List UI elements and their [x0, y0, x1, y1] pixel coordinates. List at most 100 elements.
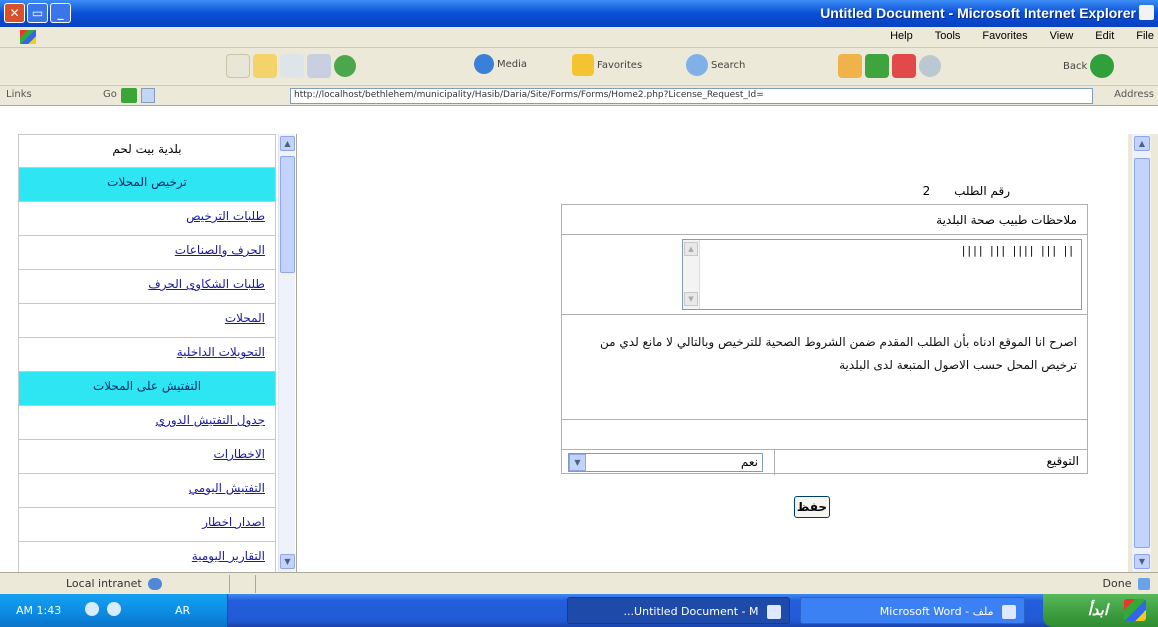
system-tray: AM 1:43 AR — [0, 594, 228, 627]
status-bar: Local intranet Done — [0, 572, 1158, 594]
page-top-strip — [0, 106, 1158, 134]
intranet-icon — [148, 578, 163, 590]
main-frame: رقم الطلب 2 ملاحظات طبيب صحة البلدية || … — [297, 134, 1128, 572]
status-divider — [255, 575, 256, 593]
history-icon[interactable] — [334, 55, 356, 77]
go-label[interactable]: Go — [103, 89, 117, 100]
textarea-scrollbar[interactable]: ▲ ▼ — [683, 240, 700, 309]
search-button[interactable]: Search — [711, 60, 745, 71]
textarea-scroll-up-icon[interactable]: ▲ — [684, 242, 698, 256]
maximize-button[interactable]: ▭ — [27, 3, 48, 23]
refresh-icon[interactable] — [865, 54, 889, 78]
folder-icon[interactable] — [253, 54, 277, 78]
start-label: ابدأ — [1087, 601, 1108, 619]
menu-file[interactable]: File — [1136, 30, 1154, 42]
textarea-scroll-down-icon[interactable]: ▼ — [684, 292, 698, 306]
sidebar-item-shops[interactable]: المحلات — [18, 304, 276, 338]
favorites-button[interactable]: Favorites — [597, 60, 642, 71]
media-button[interactable]: Media — [497, 59, 527, 70]
signature-row: التوقيع نعم ▼ — [562, 450, 1087, 475]
sidebar-item-periodic-schedule[interactable]: جدول التفتيش الدوري — [18, 406, 276, 440]
save-button[interactable]: حفظ — [794, 496, 830, 518]
chevron-down-icon[interactable]: ▼ — [569, 454, 586, 471]
taskbar-item-word[interactable]: ملف - Microsoft Word — [800, 597, 1025, 624]
clock[interactable]: AM 1:43 — [16, 604, 61, 617]
sidebar-item-daily-reports[interactable]: التقارير اليومية — [18, 542, 276, 572]
search-icon — [686, 54, 708, 76]
back-arrow-icon[interactable] — [1090, 54, 1115, 78]
status-zone-text: Local intranet — [66, 577, 142, 590]
signature-select[interactable]: نعم ▼ — [568, 453, 763, 472]
taskbar-item-word-label: ملف - Microsoft Word — [879, 605, 994, 618]
close-button[interactable]: ✕ — [4, 3, 25, 23]
main-scroll-thumb[interactable] — [1134, 158, 1150, 548]
media-icon — [474, 54, 494, 74]
menu-edit[interactable]: Edit — [1095, 30, 1114, 42]
scroll-up-icon[interactable]: ▲ — [280, 136, 295, 151]
menu-help[interactable]: Help — [890, 30, 913, 42]
sidebar-item-internal-transfers[interactable]: التحويلات الداخلية — [18, 338, 276, 372]
volume-icon[interactable] — [107, 602, 121, 616]
back-button[interactable]: Back — [1063, 61, 1087, 72]
sidebar-item-crafts[interactable]: الحرف والصناعات — [18, 236, 276, 270]
toolbar: Media Favorites Search Back — [0, 48, 1158, 86]
window-title: Untitled Document - Microsoft Internet E… — [820, 5, 1136, 21]
sidebar-item-issue-notice[interactable]: اصدار اخطار — [18, 508, 276, 542]
status-zone: Local intranet — [66, 577, 163, 590]
sidebar-item-daily-inspection[interactable]: التفتيش اليومي — [18, 474, 276, 508]
menu-favorites[interactable]: Favorites — [982, 30, 1027, 42]
menu-tools[interactable]: Tools — [935, 30, 961, 42]
address-bar: Links Go http://localhost/bethlehem/muni… — [0, 86, 1158, 106]
application-number: رقم الطلب 2 — [923, 184, 1010, 198]
main-scrollbar[interactable]: ▲ ▼ — [1131, 134, 1151, 572]
status-divider — [229, 575, 230, 593]
sidebar-item-license-requests[interactable]: طلبات الترخيص — [18, 202, 276, 236]
blank-row — [562, 420, 1087, 450]
form-table: ملاحظات طبيب صحة البلدية || ||| |||| |||… — [561, 204, 1088, 475]
sidebar-item-notices[interactable]: الاخطارات — [18, 440, 276, 474]
links-label[interactable]: Links — [6, 89, 32, 100]
mail-icon[interactable] — [280, 54, 304, 78]
sidebar-scroll-thumb[interactable] — [280, 156, 295, 273]
signature-select-value: نعم — [740, 455, 758, 469]
notes-textarea[interactable]: || ||| |||| ||| |||| ▲ ▼ — [682, 239, 1082, 310]
page-done-icon — [1138, 578, 1150, 590]
taskbar-item-ie-label: Untitled Document - M... — [623, 605, 759, 618]
go-arrow-icon[interactable] — [121, 88, 137, 103]
favorites-icon — [572, 54, 594, 76]
window-controls: ✕ ▭ _ — [4, 3, 71, 23]
main-scroll-down-icon[interactable]: ▼ — [1134, 554, 1150, 569]
menu-view[interactable]: View — [1050, 30, 1074, 42]
language-indicator[interactable]: AR — [175, 604, 190, 617]
title-bar: ✕ ▭ _ Untitled Document - Microsoft Inte… — [0, 0, 1158, 27]
status-done: Done — [1103, 577, 1150, 590]
home-icon[interactable] — [838, 54, 862, 78]
declaration-text: اصرح انا الموقع ادناه بأن الطلب المقدم ض… — [562, 315, 1087, 420]
start-button[interactable]: ابدأ — [1043, 594, 1158, 627]
status-done-text: Done — [1102, 577, 1132, 590]
sidebar-item-craft-complaints[interactable]: طلبات الشكاوى الحرف — [18, 270, 276, 304]
edit-icon[interactable] — [226, 54, 250, 78]
dropdown-arrow-icon[interactable] — [141, 88, 155, 103]
minimize-button[interactable]: _ — [50, 3, 71, 23]
forward-icon[interactable] — [919, 55, 941, 77]
menu-bar: Help Tools Favorites View Edit File — [0, 27, 1158, 48]
application-number-value: 2 — [922, 184, 931, 198]
windows-flag-icon — [1124, 599, 1146, 621]
signature-label: التوقيع — [774, 450, 1087, 475]
application-number-label: رقم الطلب — [954, 184, 1010, 198]
sidebar-section-inspection: التفتيش على المحلات — [18, 372, 276, 406]
inspection-form: ملاحظات طبيب صحة البلدية || ||| |||| |||… — [561, 204, 1088, 554]
network-icon[interactable] — [85, 602, 99, 616]
word-icon — [1002, 605, 1016, 619]
scroll-down-icon[interactable]: ▼ — [280, 554, 295, 569]
taskbar-item-ie[interactable]: Untitled Document - M... — [567, 597, 790, 624]
stop-icon[interactable] — [892, 54, 916, 78]
url-input[interactable]: http://localhost/bethlehem/municipality/… — [290, 88, 1093, 104]
notes-row: || ||| |||| ||| |||| ▲ ▼ — [562, 235, 1087, 315]
sidebar-scrollbar[interactable]: ▲ ▼ — [278, 134, 295, 572]
left-nav-frame: بلدية بيت لحم ترخيص المحلات طلبات الترخي… — [0, 134, 297, 572]
print-icon[interactable] — [307, 54, 331, 78]
sidebar-section-licensing: ترخيص المحلات — [18, 168, 276, 202]
main-scroll-up-icon[interactable]: ▲ — [1134, 136, 1150, 151]
